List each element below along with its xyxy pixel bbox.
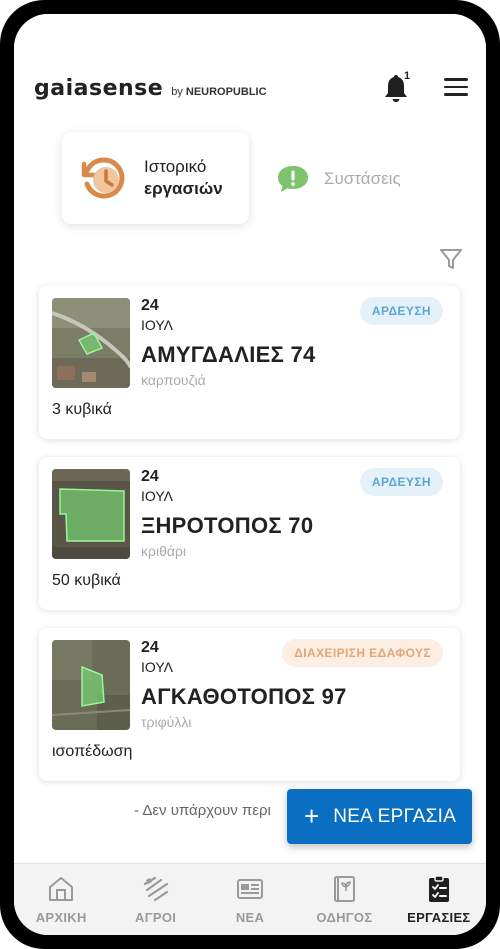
new-task-button[interactable]: + ΝΕΑ ΕΡΓΑΣΙΑ (287, 789, 472, 844)
tab-task-history[interactable]: Ιστορικό εργασιών (62, 132, 249, 224)
app-header: gaiasense by NEUROPUBLIC 1 (14, 14, 486, 124)
tasks-icon (428, 875, 449, 902)
brand-name: gaiasense (34, 76, 164, 101)
task-field-title: ΑΜΥΓΔΑΛΙΕΣ 74 (141, 342, 316, 367)
recommendation-bubble-icon (278, 166, 308, 192)
brand-subtitle: by NEUROPUBLIC (171, 86, 266, 98)
tab-history-line1: Ιστορικό (144, 157, 207, 176)
nav-item-home[interactable]: ΑΡΧΙΚΗ (14, 864, 108, 935)
task-card[interactable]: 24 ΙΟΥΛ ΞΗΡΟΤΟΠΟΣ 70 κριθάρι 50 κυβικά Α… (39, 457, 460, 610)
news-icon (237, 879, 264, 899)
task-month: ΙΟΥΛ (141, 488, 173, 504)
nav-label-tasks: ΕΡΓΑΣΙΕΣ (407, 910, 471, 925)
fields-icon (143, 876, 168, 902)
history-clock-icon (81, 157, 125, 199)
tab-recommendations-label: Συστάσεις (324, 169, 401, 188)
nav-label-news: ΝΕΑ (235, 910, 265, 925)
task-crop: κριθάρι (141, 543, 187, 559)
plus-icon: + (304, 801, 320, 831)
end-of-list-text: - Δεν υπάρχουν περι (134, 802, 271, 819)
bottom-navigation: ΑΡΧΙΚΗ ΑΓΡΟΙ ΝΕΑ ΟΔΗΓΟΣ ΕΡΓΑΣΙΕΣ (14, 863, 486, 935)
task-note: ισοπέδωση (52, 743, 133, 760)
nav-item-guide[interactable]: ΟΔΗΓΟΣ (297, 864, 391, 935)
app-screen: gaiasense by NEUROPUBLIC 1 Ιστορικό εργα… (14, 14, 486, 935)
phone-frame: gaiasense by NEUROPUBLIC 1 Ιστορικό εργα… (0, 0, 500, 949)
nav-label-home: ΑΡΧΙΚΗ (35, 910, 87, 925)
task-crop: καρπουζιά (141, 372, 206, 388)
brand-by: by (171, 86, 183, 98)
notification-count: 1 (404, 70, 411, 82)
nav-item-fields[interactable]: ΑΓΡΟΙ (108, 864, 202, 935)
task-type-badge: ΑΡΔΕΥΣΗ (359, 468, 443, 496)
nav-label-guide: ΟΔΗΓΟΣ (316, 910, 373, 925)
hamburger-menu-icon[interactable] (444, 78, 468, 98)
guide-icon (334, 876, 356, 902)
brand-logo: gaiasense by NEUROPUBLIC (34, 76, 267, 101)
task-field-title: ΞΗΡΟΤΟΠΟΣ 70 (141, 513, 314, 538)
task-card[interactable]: 24 ΙΟΥΛ ΑΜΥΓΔΑΛΙΕΣ 74 καρπουζιά 3 κυβικά… (39, 286, 460, 439)
filter-icon[interactable] (438, 246, 464, 272)
new-task-button-label: ΝΕΑ ΕΡΓΑΣΙΑ (333, 805, 457, 827)
home-icon (49, 877, 74, 901)
field-map-thumbnail (52, 640, 130, 730)
nav-item-tasks[interactable]: ΕΡΓΑΣΙΕΣ (392, 864, 486, 935)
task-note: 50 κυβικά (52, 572, 121, 589)
tab-history-line2: εργασιών (144, 179, 223, 198)
task-type-badge: ΔΙΑΧΕΙΡΙΣΗ ΕΔΑΦΟΥΣ (282, 639, 443, 667)
task-day: 24 (141, 468, 159, 485)
field-map-thumbnail (52, 298, 130, 388)
brand-company: NEUROPUBLIC (185, 86, 267, 98)
nav-label-fields: ΑΓΡΟΙ (135, 910, 177, 925)
nav-item-news[interactable]: ΝΕΑ (203, 864, 297, 935)
task-crop: τριφύλλι (141, 714, 192, 730)
tab-task-history-label: Ιστορικό εργασιών (144, 156, 223, 200)
task-note: 3 κυβικά (52, 401, 112, 418)
task-month: ΙΟΥΛ (141, 659, 173, 675)
task-card[interactable]: 24 ΙΟΥΛ ΑΓΚΑΘΟΤΟΠΟΣ 97 τριφύλλι ισοπέδωσ… (39, 628, 460, 781)
field-map-thumbnail (52, 469, 130, 559)
task-day: 24 (141, 297, 159, 314)
task-month: ΙΟΥΛ (141, 317, 173, 333)
task-field-title: ΑΓΚΑΘΟΤΟΠΟΣ 97 (141, 684, 347, 709)
tab-recommendations[interactable]: Συστάσεις (276, 164, 401, 194)
task-type-badge: ΑΡΔΕΥΣΗ (359, 297, 443, 325)
task-day: 24 (141, 639, 159, 656)
